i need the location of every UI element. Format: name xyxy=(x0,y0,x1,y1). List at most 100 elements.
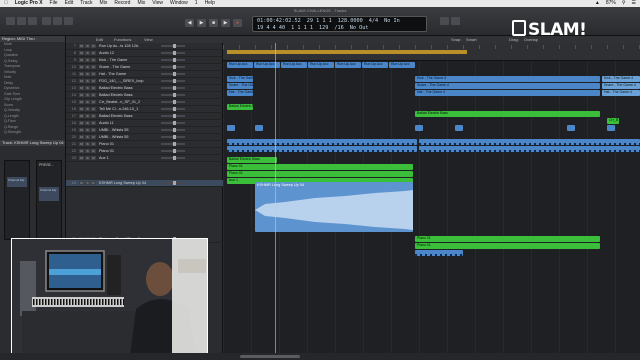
mute-button[interactable]: M xyxy=(79,51,84,55)
volume-fader[interactable] xyxy=(161,72,185,76)
record-enable-button[interactable]: R xyxy=(91,135,96,139)
mute-button[interactable]: M xyxy=(79,142,84,146)
menu-help[interactable]: Help xyxy=(205,0,215,7)
record-enable-button[interactable]: R xyxy=(91,149,96,153)
record-enable-button[interactable]: R xyxy=(91,181,96,185)
tracks-area[interactable]: Run Up Acc Run Up Acc Run Up Acc Run Up … xyxy=(223,61,640,360)
apple-icon[interactable]:  xyxy=(4,0,8,7)
list-icon[interactable]: ☰ xyxy=(632,0,636,7)
region-bass-right[interactable]: Ballad Electric Bass xyxy=(415,111,600,117)
volume-fader[interactable] xyxy=(161,128,185,132)
menu-window[interactable]: Window xyxy=(170,0,188,7)
region-whistle-3[interactable] xyxy=(227,146,417,152)
playhead[interactable] xyxy=(275,43,276,360)
volume-fader[interactable] xyxy=(161,86,185,90)
solo-button[interactable]: S xyxy=(85,72,90,76)
solo-button[interactable]: S xyxy=(85,181,90,185)
region-snare-long[interactable]: Snare - The Game.4 xyxy=(415,83,600,89)
volume-fader[interactable] xyxy=(161,65,185,69)
channel-eq-slot[interactable]: Channel EQ xyxy=(7,177,27,187)
menu-mix[interactable]: Mix xyxy=(137,0,145,7)
track-header[interactable]: 24 M S R KSHMR Long Sweep Up 04 xyxy=(66,180,223,187)
mixer-button[interactable] xyxy=(53,17,62,25)
smart-controls-button[interactable] xyxy=(42,17,51,25)
record-icon[interactable]: ● xyxy=(233,19,242,27)
region-whistle-2[interactable] xyxy=(419,139,640,145)
track-header[interactable]: 10 M S R Snare - The Game xyxy=(66,64,223,71)
track-header[interactable]: 21 M S R Piano 01 xyxy=(66,141,223,148)
mute-button[interactable]: M xyxy=(79,149,84,153)
track-header[interactable]: 16 M S R Tell Me Cl...n-246-10_1 xyxy=(66,106,223,113)
region-hat-long[interactable]: Hat - The Game.4 xyxy=(415,90,600,96)
track-header[interactable]: 23 M S R Aux 1 xyxy=(66,155,223,162)
track-name[interactable]: Tell Me Cl...n-246-10_1 xyxy=(99,107,157,111)
record-enable-button[interactable]: R xyxy=(91,44,96,48)
solo-button[interactable]: S xyxy=(85,100,90,104)
solo-button[interactable]: S xyxy=(85,142,90,146)
region-snare-short[interactable]: Snare - The Game.2 xyxy=(227,83,253,89)
region-snare-end[interactable]: Snare - The Game.4 xyxy=(602,83,640,89)
region-blip-2[interactable] xyxy=(255,125,263,131)
region-hat-end[interactable]: Hat - The Game.4 xyxy=(602,90,640,96)
track-name[interactable]: Ballad Electric Bass xyxy=(99,114,157,118)
solo-button[interactable]: S xyxy=(85,121,90,125)
volume-fader[interactable] xyxy=(161,79,185,83)
channel-strip-right[interactable]: PRESE... Channel EQ xyxy=(36,160,62,240)
track-header[interactable]: 9 M S R Kick - The Game xyxy=(66,57,223,64)
editors-button[interactable] xyxy=(64,17,73,25)
snap-select[interactable]: Smart xyxy=(466,36,477,43)
solo-button[interactable]: S xyxy=(85,93,90,97)
track-header[interactable]: 11 M S R Hat - The Game xyxy=(66,71,223,78)
track-header[interactable]: 17 M S R Ballad Electric Bass xyxy=(66,113,223,120)
solo-button[interactable]: S xyxy=(85,156,90,160)
volume-fader[interactable] xyxy=(161,100,185,104)
track-name[interactable]: Aux 1 xyxy=(99,156,157,160)
wifi-icon[interactable]: ▲ xyxy=(595,0,600,7)
track-name[interactable]: Ballad Electric Bass xyxy=(99,86,157,90)
track-name[interactable]: Snare - The Game xyxy=(99,65,157,69)
region-kick-long[interactable]: Kick - The Game.4 xyxy=(415,76,600,82)
region-steinway[interactable] xyxy=(415,250,463,256)
solo-button[interactable]: S xyxy=(85,58,90,62)
record-enable-button[interactable]: R xyxy=(91,114,96,118)
forward-icon[interactable]: ▶ xyxy=(197,19,206,27)
region-piano-right-1[interactable]: Piano 01 xyxy=(415,236,600,242)
record-enable-button[interactable]: R xyxy=(91,86,96,90)
mute-button[interactable]: M xyxy=(79,65,84,69)
menu-navigate[interactable]: Mix xyxy=(100,0,108,7)
volume-fader[interactable] xyxy=(161,156,185,160)
track-name[interactable]: Crr_Beatst...n_SP_01_2 xyxy=(99,100,157,104)
toolbar-button[interactable] xyxy=(28,17,37,25)
record-enable-button[interactable]: R xyxy=(91,100,96,104)
track-name[interactable]: Piano 01 xyxy=(99,149,157,153)
region-run-up-6[interactable]: Run Up Acc xyxy=(362,62,388,68)
timeline-ruler[interactable] xyxy=(223,43,640,61)
region-kick-end[interactable]: Kick - The Game.4 xyxy=(602,76,640,82)
track-header[interactable]: 7 M S R Run Up Ac...ts 128 12A xyxy=(66,43,223,50)
volume-fader[interactable] xyxy=(161,142,185,146)
region-run-up-3[interactable]: Run Up Acc xyxy=(281,62,307,68)
record-enable-button[interactable]: R xyxy=(91,107,96,111)
menu-track[interactable]: Track xyxy=(80,0,92,7)
mute-button[interactable]: M xyxy=(79,93,84,97)
record-enable-button[interactable]: R xyxy=(91,142,96,146)
menu-1[interactable]: 1 xyxy=(195,0,198,7)
track-name[interactable]: Ballad Electric Bass xyxy=(99,93,157,97)
mute-button[interactable]: M xyxy=(79,135,84,139)
region-run-up-5[interactable]: Run Up Acc xyxy=(335,62,361,68)
record-enable-button[interactable]: R xyxy=(91,51,96,55)
menu-record[interactable]: Record xyxy=(114,0,130,7)
track-header[interactable]: 12 M S R FDG_140_..._SIREX_loop xyxy=(66,78,223,85)
region-run-up-1[interactable]: Run Up Acc xyxy=(227,62,253,68)
volume-fader[interactable] xyxy=(161,44,185,48)
track-header[interactable]: 19 M S R UMBI - Whists 55 xyxy=(66,127,223,134)
rewind-icon[interactable]: ◀ xyxy=(185,19,194,27)
solo-button[interactable]: S xyxy=(85,114,90,118)
track-header[interactable]: 14 M S R Ballad Electric Bass xyxy=(66,92,223,99)
region-blip-3[interactable] xyxy=(415,125,423,131)
volume-fader[interactable] xyxy=(161,93,185,97)
volume-fader[interactable] xyxy=(161,149,185,153)
drag-select[interactable]: Overlap xyxy=(524,36,538,43)
volume-fader[interactable] xyxy=(161,181,185,185)
track-inspector-header[interactable]: Track: KSHMR Long Sweep Up 04 xyxy=(0,139,65,146)
